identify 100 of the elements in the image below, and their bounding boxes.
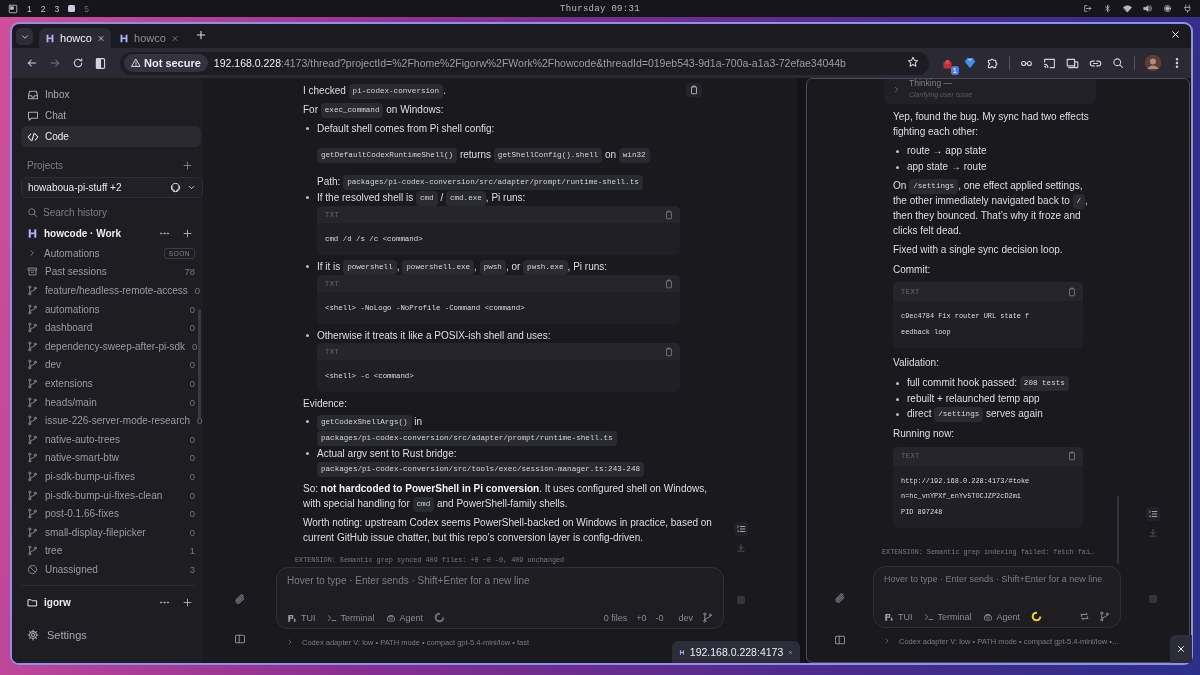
outline-button[interactable] [1146,507,1160,521]
workspace-indicator[interactable] [68,5,76,12]
chevron-right-icon[interactable] [883,637,891,645]
message-input[interactable]: Hover to type · Enter sends · Shift+Enter for a new line [884,574,1110,584]
add-icon[interactable] [182,227,193,239]
floating-tab[interactable]: 192.168.0.228:4173 [672,641,800,663]
side-panel-icon[interactable] [94,56,107,70]
count: 78 [184,266,195,278]
volume-icon[interactable] [1143,4,1152,13]
workspace-number[interactable]: 3 [54,3,60,14]
sidebar-item[interactable]: heads/main 0 [21,392,201,412]
security-chip[interactable]: Not secure [124,54,208,72]
workspace-number[interactable]: 2 [40,3,46,14]
nav-item[interactable]: Chat [21,105,201,126]
robot-icon [982,611,993,622]
back-icon[interactable] [25,57,38,69]
sidebar-item[interactable]: extensions 0 [21,374,201,393]
new-tab-icon[interactable] [195,29,207,41]
panel-icon[interactable] [233,633,246,645]
folder-icon [27,597,38,609]
copy-icon [664,346,674,357]
mode-button[interactable]: TUI [884,611,913,622]
terminal-icon [923,611,934,622]
bullet-icon [896,381,899,385]
sidebar-item[interactable]: dev 0 [21,355,201,375]
avatar[interactable] [1145,55,1161,71]
nav-item[interactable]: Inbox [21,84,201,105]
count: 1 [189,545,195,557]
browser-tab[interactable]: howco [113,28,185,48]
sidebar-item[interactable]: pi-sdk-bump-ui-fixes-clean 0 [21,485,201,505]
logout-icon[interactable] [1083,4,1092,13]
message-text: Validation: [893,356,939,370]
copy-button[interactable] [664,346,674,357]
branch-icon[interactable] [1099,611,1110,622]
launcher-icon[interactable] [8,3,18,14]
list-icon [1148,509,1158,519]
branch-icon[interactable] [702,612,713,623]
forward-icon[interactable] [48,57,61,69]
copy-button[interactable] [664,209,674,220]
sidebar-item[interactable]: post-0.1.66-fixes 0 [21,504,201,523]
sidebar-item[interactable]: small-display-filepicker 0 [21,522,201,542]
gem-icon[interactable] [964,57,976,69]
mode-button[interactable]: TUI [287,612,316,623]
sidebar-item[interactable]: feature/headless-remote-access 0 [21,281,201,300]
sidebar-item[interactable]: native-auto-trees 0 [21,429,201,449]
sidebar-item[interactable]: Past sessions 78 [21,262,201,282]
sidebar-item[interactable]: dashboard 0 [21,318,201,337]
removed-lines: -0 [655,612,664,623]
nav-item[interactable]: Code [21,126,201,147]
chevron-right-icon[interactable] [286,638,294,646]
browser-tab[interactable]: howco [39,28,111,48]
paperclip-icon[interactable] [834,592,846,604]
settings-button[interactable]: Settings [21,623,201,646]
extension-icon[interactable] [941,57,954,71]
wifi-icon[interactable] [1123,4,1132,13]
reload-icon[interactable] [71,57,84,69]
panel-icon[interactable] [834,634,846,646]
sidebar-item[interactable]: Unassigned 3 [21,560,201,579]
bullet-icon [306,334,309,337]
bluetooth-icon[interactable] [1103,4,1112,13]
search-field[interactable]: Search history [43,206,183,218]
cast-icon[interactable] [1043,56,1056,70]
bookmark-star-icon[interactable] [907,56,919,68]
power-plug-icon[interactable] [1183,4,1192,13]
scrollbar[interactable] [198,309,201,419]
devices-icon[interactable] [1066,56,1079,70]
copy-button[interactable] [686,83,702,97]
message-text: Yep, found the bug. My sync had two effects fighting each other: [893,110,1090,139]
swap-icon[interactable] [1079,611,1090,622]
copy-button[interactable] [664,278,674,289]
count: 0 [189,489,195,501]
puzzle-icon[interactable] [986,56,999,70]
add-icon[interactable] [182,597,193,609]
address-bar[interactable]: Not secure 192.168.0.228:4173/thread?projectId=%2Fhome%2Figorw%2FWork%2Fhowcode&threadId=019eb543-9d1a-700a-a1a3-72efae34044b [120,51,929,75]
record-icon[interactable] [1163,4,1172,13]
close-icon[interactable] [1170,29,1181,40]
copy-button[interactable] [1067,286,1077,297]
copy-button[interactable] [1067,451,1077,461]
count: 0 [189,508,195,520]
branch-icon [27,322,38,334]
mode-button[interactable]: Terminal [326,612,375,623]
sidebar-item[interactable]: issue-226-server-mode-research 0 [21,411,201,430]
mode-button[interactable]: Agent [385,612,424,623]
paperclip-icon[interactable] [233,593,246,605]
workspace-number[interactable]: 5 [84,3,89,14]
sidebar-item[interactable]: native-smart-btw 0 [21,448,201,468]
security-label: Not secure [144,57,201,69]
mode-button[interactable]: Agent [982,611,1021,622]
add-icon[interactable] [182,159,193,171]
message-input[interactable]: Hover to type · Enter sends · Shift+Enter for a new line [287,575,713,586]
mode-button[interactable]: Terminal [923,611,972,622]
sidebar-item[interactable]: automations 0 [21,299,201,319]
sidebar-item[interactable]: pi-sdk-bump-ui-fixes 0 [21,467,201,486]
outline-button[interactable] [733,522,748,536]
search-icon[interactable] [1112,57,1124,69]
workspace-number[interactable]: 1 [27,3,32,14]
sidebar-item[interactable]: tree 1 [21,541,201,561]
chevron-right-icon [27,248,37,259]
project-picker[interactable]: howaboua-pi-stuff +2 [21,177,203,198]
sidebar-item[interactable]: dependency-sweep-after-pi-sdk 0 [21,336,201,356]
